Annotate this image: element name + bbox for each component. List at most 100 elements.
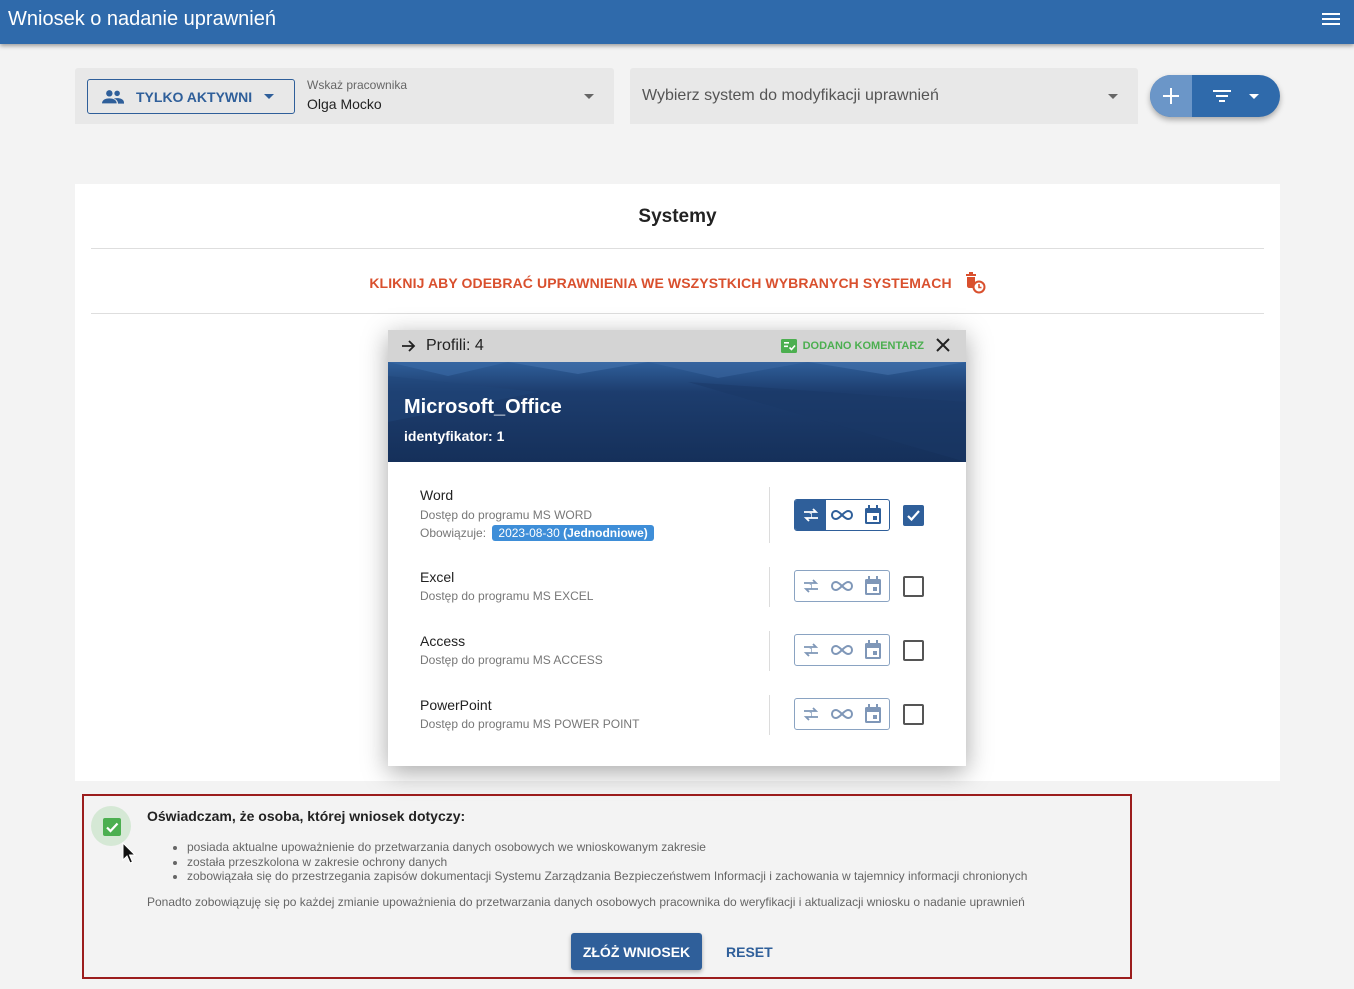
unlimited-toggle[interactable] — [826, 500, 857, 530]
hamburger-menu-icon[interactable] — [1320, 10, 1342, 32]
system-name: Microsoft_Office — [404, 396, 562, 418]
duration-toggle-group: 1 — [794, 698, 890, 730]
profile-name: Excel — [420, 569, 455, 585]
declaration-note: Ponadto zobowiązuję się po każdej zmiani… — [147, 895, 1025, 909]
panel-title: Systemy — [638, 206, 717, 227]
comment-added-badge[interactable]: DODANO KOMENTARZ — [780, 339, 924, 353]
validity-chip: 2023-08-30 (Jednodniowe) — [492, 525, 654, 541]
duration-toggle-group: 1 — [794, 499, 890, 531]
plus-icon — [1163, 88, 1179, 104]
reset-button[interactable]: RESET — [726, 944, 773, 960]
chevron-down-icon — [264, 94, 275, 99]
duration-toggle-group: 1 — [794, 570, 890, 602]
profile-description: Dostęp do programu MS ACCESS — [420, 653, 603, 667]
list-item: zobowiązała się do przestrzegania zapisó… — [187, 869, 1027, 884]
infinity-icon — [830, 509, 853, 521]
svg-text:1: 1 — [809, 647, 813, 655]
submit-button[interactable]: ZŁÓŻ WNIOSEK — [571, 933, 702, 970]
date-range-toggle[interactable] — [858, 500, 889, 530]
profile-checkbox-powerpoint[interactable] — [903, 704, 924, 725]
unlimited-toggle[interactable] — [826, 571, 857, 601]
filter-icon — [1213, 90, 1231, 102]
profiles-count: Profili: 4 — [426, 337, 484, 354]
profile-name: Word — [420, 487, 454, 503]
svg-text:1: 1 — [809, 583, 813, 591]
declaration-list: posiada aktualne upoważnienie do przetwa… — [187, 840, 1027, 884]
unlimited-toggle[interactable] — [826, 635, 857, 665]
profile-description: Dostęp do programu MS EXCEL — [420, 589, 594, 603]
one-time-toggle[interactable]: 1 — [795, 571, 826, 601]
app-bar: Wniosek o nadanie uprawnień — [0, 0, 1354, 44]
profile-checkbox-word[interactable] — [903, 505, 924, 526]
infinity-icon — [830, 580, 853, 592]
add-button[interactable] — [1150, 75, 1192, 117]
validity-label: Obowiązuje: — [420, 526, 487, 540]
infinity-icon — [830, 644, 853, 656]
one-time-toggle[interactable]: 1 — [795, 699, 826, 729]
one-time-toggle[interactable]: 1 — [795, 635, 826, 665]
profile-row-powerpoint: PowerPoint Dostęp do programu MS POWER P… — [388, 686, 966, 750]
check-icon — [907, 510, 920, 522]
infinity-icon — [830, 708, 853, 720]
page-title: Wniosek o nadanie uprawnień — [8, 8, 276, 30]
calendar-icon — [865, 704, 882, 723]
revoke-all-label: KLIKNIJ ABY ODEBRAĆ UPRAWNIENIA WE WSZYS… — [369, 275, 952, 291]
declaration-section: Oświadczam, że osoba, której wniosek dot… — [82, 794, 1132, 979]
declaration-checkbox[interactable] — [103, 818, 121, 836]
svg-text:1: 1 — [809, 711, 813, 719]
profile-validity: Obowiązuje: 2023-08-30 (Jednodniowe) — [420, 525, 654, 541]
divider — [91, 248, 1264, 249]
profile-row-excel: Excel Dostęp do programu MS EXCEL 1 — [388, 558, 966, 622]
employee-field-label: Wskaż pracownika — [307, 78, 408, 92]
validity-date: 2023-08-30 — [498, 526, 560, 540]
repeat-one-icon: 1 — [803, 707, 818, 721]
system-identifier: identyfikator: 1 — [404, 428, 505, 444]
dialog-header: Profili: 4 DODANO KOMENTARZ — [388, 330, 966, 362]
system-select[interactable]: Wybierz system do modyfikacji uprawnień — [630, 68, 1138, 124]
profile-checkbox-excel[interactable] — [903, 576, 924, 597]
date-range-toggle[interactable] — [858, 571, 889, 601]
profile-name: PowerPoint — [420, 697, 492, 713]
profile-description: Dostęp do programu MS POWER POINT — [420, 717, 640, 731]
profile-name: Access — [420, 633, 466, 649]
profile-checkbox-access[interactable] — [903, 640, 924, 661]
profiles-dialog: Profili: 4 DODANO KOMENTARZ Microsoft_Of… — [388, 330, 966, 766]
row-divider — [769, 695, 770, 735]
unlimited-toggle[interactable] — [826, 699, 857, 729]
declaration-title: Oświadczam, że osoba, której wniosek dot… — [147, 808, 466, 824]
employee-select[interactable]: Olga Mocko — [307, 96, 382, 112]
comment-check-icon — [780, 339, 797, 353]
repeat-one-icon: 1 — [803, 508, 818, 522]
row-divider — [769, 631, 770, 671]
repeat-one-icon: 1 — [803, 643, 818, 657]
trash-clock-icon — [965, 272, 986, 294]
mouse-cursor-icon — [122, 842, 136, 864]
system-select-placeholder: Wybierz system do modyfikacji uprawnień — [642, 87, 939, 104]
row-divider — [769, 567, 770, 607]
arrow-right-icon[interactable] — [401, 338, 417, 354]
repeat-one-icon: 1 — [803, 579, 818, 593]
revoke-all-link[interactable]: KLIKNIJ ABY ODEBRAĆ UPRAWNIENIA WE WSZYS… — [75, 270, 1280, 294]
check-icon — [106, 822, 119, 833]
active-only-button[interactable]: TYLKO AKTYWNI — [87, 79, 295, 114]
close-icon[interactable] — [936, 338, 950, 352]
validity-type: (Jednodniowe) — [563, 526, 648, 540]
divider — [91, 313, 1264, 314]
one-time-toggle[interactable]: 1 — [795, 500, 827, 530]
filter-menu-button[interactable] — [1192, 75, 1280, 117]
active-only-label: TYLKO AKTYWNI — [136, 88, 253, 105]
profile-row-access: Access Dostęp do programu MS ACCESS 1 — [388, 622, 966, 686]
profile-row-word: Word Dostęp do programu MS WORD Obowiązu… — [388, 462, 966, 558]
date-range-toggle[interactable] — [858, 635, 889, 665]
svg-text:1: 1 — [809, 512, 813, 520]
chevron-down-icon — [1249, 93, 1259, 99]
employee-dropdown-arrow-icon[interactable] — [584, 94, 594, 99]
duration-toggle-group: 1 — [794, 634, 890, 666]
calendar-icon — [865, 576, 882, 595]
date-range-toggle[interactable] — [858, 699, 889, 729]
calendar-icon — [865, 640, 882, 659]
system-dropdown-arrow-icon[interactable] — [1108, 94, 1118, 99]
profile-description: Dostęp do programu MS WORD — [420, 508, 593, 522]
employee-filter: TYLKO AKTYWNI Wskaż pracownika Olga Mock… — [75, 68, 614, 124]
list-item: posiada aktualne upoważnienie do przetwa… — [187, 840, 1027, 855]
